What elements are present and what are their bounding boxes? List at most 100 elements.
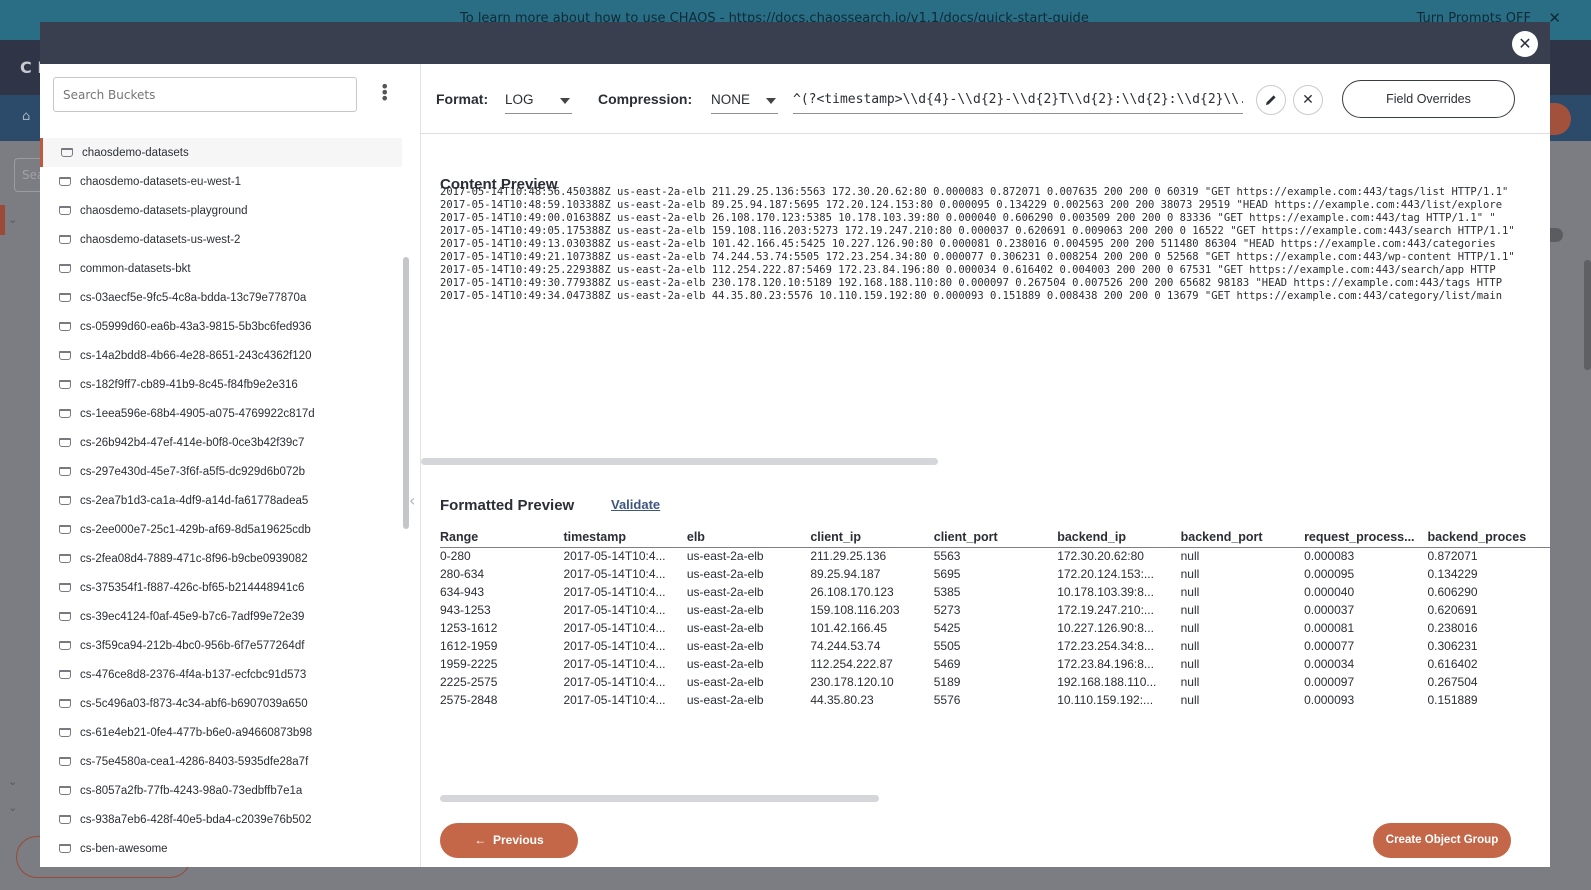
bucket-item[interactable]: cs-14a2bdd8-4b66-4e28-8651-243c4362f120 — [40, 341, 402, 370]
column-header[interactable]: request_process... — [1304, 528, 1428, 548]
table-cell: 0.606290 — [1427, 585, 1478, 599]
column-header[interactable]: client_port — [933, 528, 1058, 548]
bucket-item[interactable]: cs-2ea7b1d3-ca1a-4df9-a14d-fa61778adea5 — [40, 486, 402, 515]
bucket-item[interactable]: cs-05999d60-ea6b-43a3-9815-5b3bc6fed936 — [40, 312, 402, 341]
create-object-group-modal: ✕ ••• chaosdemo-datasets chaosdemo-datase… — [40, 22, 1550, 867]
bucket-icon — [59, 177, 71, 186]
clear-regex-button[interactable]: ✕ — [1293, 85, 1323, 115]
column-header[interactable]: Range — [440, 528, 564, 548]
search-buckets-input[interactable] — [53, 77, 357, 112]
bucket-item[interactable]: cs-03aecf5e-9fc5-4c8a-bdda-13c79e77870a — [40, 283, 402, 312]
bucket-label: cs-39ec4124-f0af-45e9-b7c6-7adf99e72e39 — [80, 610, 305, 623]
table-body: 0-280 2017-05-14T10:4... us-east-2a-elb 211… — [440, 547, 1550, 709]
bucket-icon — [59, 322, 71, 331]
home-icon[interactable]: ⌂ — [22, 109, 30, 124]
bucket-item[interactable]: cs-2ee000e7-25c1-429b-af69-8d5a19625cdb — [40, 515, 402, 544]
bucket-item[interactable]: cs-3f59ca94-212b-4bc0-956b-6f7e577264df — [40, 631, 402, 660]
column-header[interactable]: backend_ip — [1057, 528, 1181, 548]
table-cell: 0.000077 — [1304, 639, 1355, 653]
content-preview-line: 2017-05-14T10:49:34.047388Z us-east-2a-e… — [440, 290, 1503, 302]
table-row: 2225-2575 2017-05-14T10:4... us-east-2a-el… — [440, 673, 1550, 691]
bucket-label: cs-375354f1-f887-426c-bf65-b214448941c6 — [80, 581, 305, 594]
bucket-item[interactable]: chaosdemo-datasets-playground — [40, 196, 402, 225]
bucket-item[interactable]: cs-39ec4124-f0af-45e9-b7c6-7adf99e72e39 — [40, 602, 402, 631]
bucket-item[interactable]: cs-938a7eb6-428f-40e5-bda4-c2039e76b502 — [40, 805, 402, 834]
content-preview-scrollbar[interactable] — [421, 458, 938, 465]
column-header[interactable]: elb — [686, 528, 811, 548]
bucket-item[interactable]: cs-182f9ff7-cb89-41b9-8c45-f84fb9e2e316 — [40, 370, 402, 399]
table-cell: 101.42.166.45 — [810, 621, 888, 635]
bucket-item[interactable]: chaosdemo-datasets — [40, 138, 402, 167]
table-cell: 0.616402 — [1427, 657, 1478, 671]
bucket-icon — [59, 844, 71, 853]
column-header[interactable]: timestamp — [563, 528, 687, 548]
chevron-left-icon[interactable]: ‹ — [409, 491, 415, 510]
field-overrides-button[interactable]: Field Overrides — [1342, 80, 1515, 118]
table-scrollbar[interactable] — [440, 795, 879, 802]
bucket-item[interactable]: chaosdemo-datasets-us-west-2 — [40, 225, 402, 254]
bucket-item[interactable]: cs-5c496a03-f873-4c34-abf6-b6907039a650 — [40, 689, 402, 718]
content-preview-line: 2017-05-14T10:49:00.016388Z us-east-2a-e… — [440, 212, 1496, 224]
table-cell: 2017-05-14T10:4... — [563, 621, 666, 635]
kebab-icon[interactable]: • • • — [380, 79, 389, 107]
table-cell: 2017-05-14T10:4... — [563, 567, 666, 581]
bucket-item[interactable]: cs-75e4580a-cea1-4286-8403-5935dfe28a7f — [40, 747, 402, 776]
bucket-icon — [59, 467, 71, 476]
bucket-label: cs-5c496a03-f873-4c34-abf6-b6907039a650 — [80, 697, 308, 710]
bucket-icon — [59, 641, 71, 650]
bucket-label: chaosdemo-datasets-us-west-2 — [80, 233, 241, 246]
table-cell: null — [1180, 585, 1200, 599]
table-cell: 0.151889 — [1427, 693, 1478, 707]
bucket-item[interactable]: cs-476ce8d8-2376-4f4a-b137-ecfcbc91d573 — [40, 660, 402, 689]
bucket-item[interactable]: cs-8057a2fb-77fb-4243-98a0-73edbffb7e1a — [40, 776, 402, 805]
column-header[interactable]: backend_port — [1180, 528, 1305, 548]
bucket-item[interactable]: cs-ben-awesome — [40, 834, 402, 863]
bucket-item[interactable]: cs-1eea596e-68b4-4905-a075-4769922c817d — [40, 399, 402, 428]
bucket-icon — [59, 757, 71, 766]
bucket-icon — [59, 380, 71, 389]
table-cell: 2017-05-14T10:4... — [563, 603, 666, 617]
validate-link[interactable]: Validate — [611, 497, 660, 512]
modal-close-button[interactable]: ✕ — [1512, 31, 1538, 57]
table-cell: 0.872071 — [1427, 549, 1478, 564]
column-header[interactable]: client_ip — [810, 528, 934, 548]
table-cell: 26.108.170.123 — [810, 585, 894, 599]
bucket-label: cs-61e4eb21-0fe4-477b-b6e0-a94660873b98 — [80, 726, 313, 739]
bucket-item[interactable]: cs-297e430d-45e7-3f6f-a5f5-dc929d6b072b — [40, 457, 402, 486]
bucket-icon — [59, 293, 71, 302]
format-select[interactable]: LOG — [505, 86, 572, 114]
bucket-icon — [59, 409, 71, 418]
table-cell: us-east-2a-elb — [686, 603, 764, 617]
table-cell: null — [1180, 567, 1200, 581]
bucket-panel: ••• chaosdemo-datasets chaosdemo-datasets… — [40, 64, 420, 867]
regex-input[interactable]: ^(?<timestamp>\\d{4}-\\d{2}-\\d{2}T\\d{2… — [793, 86, 1243, 114]
edit-regex-button[interactable] — [1256, 85, 1286, 115]
table-cell: 159.108.116.203 — [810, 603, 900, 617]
create-object-group-button[interactable]: Create Object Group — [1373, 823, 1511, 858]
background-selection-marker — [0, 205, 5, 235]
table-cell: 0.000093 — [1304, 693, 1355, 707]
bucket-icon — [59, 554, 71, 563]
bucket-item[interactable]: cs-375354f1-f887-426c-bf65-b214448941c6 — [40, 573, 402, 602]
banner-close-icon[interactable]: ✕ — [1548, 9, 1561, 27]
table-cell: 10.178.103.39:8... — [1057, 585, 1154, 599]
compression-select[interactable]: NONE — [711, 86, 778, 114]
bucket-list-scrollbar[interactable] — [403, 257, 409, 529]
previous-button[interactable]: ← Previous — [440, 823, 578, 858]
arrow-left-icon: ← — [474, 833, 487, 847]
bucket-label: chaosdemo-datasets-eu-west-1 — [80, 175, 242, 188]
content-preview-line: 2017-05-14T10:49:05.175388Z us-east-2a-e… — [440, 225, 1515, 237]
bucket-item[interactable]: common-datasets-bkt — [40, 254, 402, 283]
previous-label: Previous — [492, 833, 544, 847]
content-preview-line: 2017-05-14T10:49:21.107388Z us-east-2a-e… — [440, 251, 1515, 263]
bucket-item[interactable]: cs-61e4eb21-0fe4-477b-b6e0-a94660873b98 — [40, 718, 402, 747]
table-row: 634-943 2017-05-14T10:4... us-east-2a-elb 2… — [440, 583, 1550, 601]
bucket-item[interactable]: cs-26b942b4-47ef-414e-b0f8-0ce3b42f39c7 — [40, 428, 402, 457]
table-cell: 0.000034 — [1304, 657, 1355, 671]
table-cell: 943-1253 — [440, 603, 491, 617]
bucket-item[interactable]: cs-2fea08d4-7889-471c-8f96-b9cbe0939082 — [40, 544, 402, 573]
content-preview-line: 2017-05-14T10:49:25.229388Z us-east-2a-e… — [440, 264, 1496, 276]
bucket-item[interactable]: chaosdemo-datasets-eu-west-1 — [40, 167, 402, 196]
table-cell: us-east-2a-elb — [686, 549, 764, 564]
column-header[interactable]: backend_proces — [1427, 528, 1550, 548]
